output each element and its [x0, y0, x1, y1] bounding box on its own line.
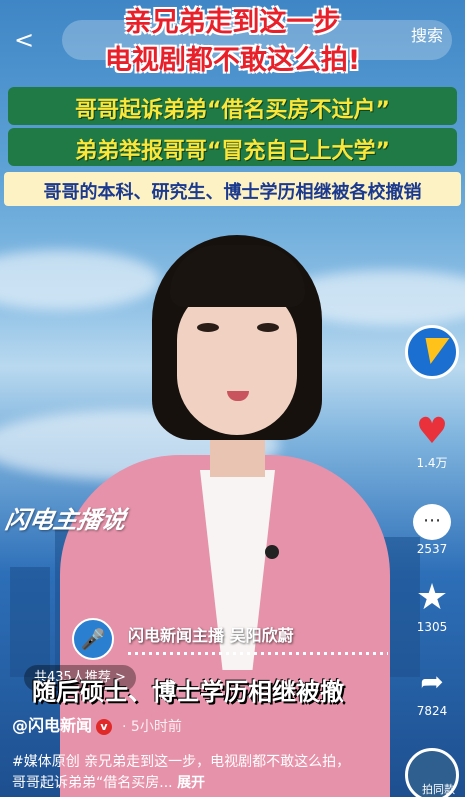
anchor-face	[177, 285, 297, 435]
headline-line-4: 弟弟举报哥哥“冒充自己上大学”	[75, 139, 390, 164]
favorite-count: 1305	[416, 620, 448, 634]
audio-wave	[128, 652, 388, 655]
share-button[interactable]: ➦ 7824	[407, 662, 457, 718]
like-count: 1.4万	[416, 456, 448, 470]
anchor-name-label: 闪电新闻主播 吴阳欣蔚	[128, 626, 294, 645]
comment-count: 2537	[416, 542, 448, 556]
bolt-shape	[418, 338, 450, 364]
anchor-bangs	[170, 245, 305, 307]
post-description: #媒体原创 亲兄弟走到这一步，电视剧都不敢这么拍，哥哥起诉弟弟“借名买房... …	[12, 752, 362, 794]
like-button[interactable]: ♥ 1.4万	[407, 412, 457, 471]
video-subtitle: 随后硕士、博士学历相继被撤	[32, 678, 344, 706]
star-icon: ★	[415, 577, 449, 618]
headline-line-3: 哥哥起诉弟弟“借名买房不过户”	[75, 98, 390, 123]
lightning-logo-icon[interactable]	[405, 325, 459, 379]
city-decor	[10, 567, 50, 677]
expand-link[interactable]: 展开	[177, 775, 205, 791]
microphone-icon: 🎤	[72, 618, 114, 660]
heart-icon: ♥	[415, 411, 449, 452]
comment-button[interactable]: ⋯ 2537	[407, 495, 457, 556]
share-arrow-icon: ➦	[420, 665, 444, 698]
headline-line-5: 哥哥的本科、研究生、博士学历相继被各校撤销	[43, 182, 422, 203]
music-label[interactable]: 拍同款	[422, 781, 455, 797]
anchor-eye	[197, 323, 219, 332]
post-time: · 5小时前	[122, 719, 182, 735]
anchor-eye	[257, 323, 279, 332]
lapel-mic	[265, 545, 279, 559]
author-name[interactable]: @闪电新闻	[12, 716, 92, 735]
headline-line-1: 亲兄弟走到这一步	[124, 7, 341, 38]
comment-bubble-icon: ⋯	[407, 495, 457, 540]
brand-tag: 闪电主播说	[3, 506, 129, 534]
share-count: 7824	[416, 704, 448, 718]
favorite-button[interactable]: ★ 1305	[407, 577, 457, 635]
verified-badge-icon: v	[96, 718, 113, 735]
author-row: @闪电新闻 v · 5小时前	[12, 712, 182, 736]
headline-line-2: 电视剧都不敢这么拍!	[104, 45, 361, 76]
